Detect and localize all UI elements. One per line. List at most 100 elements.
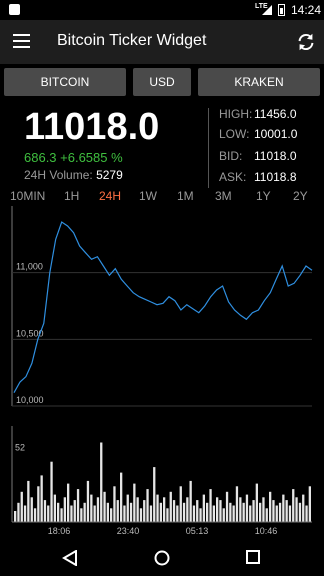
volume-bar	[235, 486, 239, 522]
refresh-icon[interactable]	[295, 31, 317, 53]
volume-bar	[17, 502, 20, 522]
volume-bar	[106, 502, 109, 522]
volume-bar	[47, 505, 50, 522]
exchange-selector[interactable]: KRAKEN	[198, 68, 320, 96]
volume-bar	[50, 461, 53, 522]
status-bar: LTE 14:24	[0, 0, 324, 20]
volume-bar	[199, 508, 202, 522]
volume-bar	[27, 480, 30, 522]
volume-bar	[275, 505, 278, 522]
range-tab-24h[interactable]: 24H	[99, 189, 121, 203]
low-label: LOW:	[219, 127, 250, 141]
volume-bar	[153, 467, 156, 522]
volume-bar	[265, 508, 268, 522]
volume-bar	[229, 502, 232, 522]
volume-bar	[86, 480, 90, 522]
price-chart: 11,00010,50010,000	[11, 206, 313, 407]
volume-x-tick-label: 18:06	[48, 526, 71, 536]
volume-bar	[209, 489, 212, 522]
volume-bar	[93, 505, 96, 522]
volume-bar	[76, 489, 80, 522]
app-bar: Bitcoin Ticker Widget	[0, 20, 324, 64]
volume-bar	[302, 494, 305, 522]
home-icon[interactable]	[154, 550, 170, 566]
charts-area: 11,00010,50010,000 52 18:06 23:40 05:13 10:4…	[11, 206, 313, 536]
volume-bar	[196, 500, 199, 522]
volume-bar	[278, 502, 282, 522]
volume-bar	[129, 502, 133, 522]
bid-label: BID:	[219, 149, 243, 163]
ask-label: ASK:	[219, 170, 247, 184]
status-time: 14:24	[291, 3, 322, 17]
volume-bar	[133, 483, 136, 522]
range-tab-1h[interactable]: 1H	[64, 189, 79, 203]
volume-bar	[225, 491, 229, 522]
volume-bar	[189, 480, 192, 522]
volume-chart: 52 18:06 23:40 05:13 10:46	[11, 426, 312, 536]
volume-bar	[239, 497, 242, 522]
volume-row: 24H Volume: 5279	[24, 168, 123, 182]
high-label: HIGH:	[219, 107, 253, 121]
volume-bar	[232, 505, 235, 522]
volume-bar	[30, 497, 33, 522]
volume-bar	[245, 494, 249, 522]
notification-icon	[9, 4, 20, 15]
volume-bar	[139, 508, 143, 522]
volume-bar	[116, 500, 119, 522]
volume-bar	[20, 491, 23, 522]
volume-bar	[43, 500, 47, 522]
volume-bar	[176, 505, 179, 522]
volume-bar	[182, 502, 186, 522]
range-tab-10min[interactable]: 10MIN	[10, 189, 45, 203]
price-change: 686.3 +6.6585 %	[24, 150, 123, 165]
low-value: 10001.0	[254, 127, 298, 141]
signal-icon	[262, 5, 272, 15]
range-tab-3m[interactable]: 3M	[215, 189, 232, 203]
volume-x-tick-label: 23:40	[117, 526, 140, 536]
volume-bar	[83, 502, 86, 522]
volume-bar	[70, 505, 73, 522]
volume-bar	[255, 483, 258, 522]
volume-bar	[120, 472, 123, 522]
volume-bar	[40, 475, 43, 522]
volume-bar	[123, 505, 126, 522]
volume-bar	[269, 491, 272, 522]
volume-bar	[146, 489, 149, 522]
volume-bar	[14, 511, 17, 522]
volume-bar	[73, 500, 76, 522]
range-tab-2y[interactable]: 2Y	[293, 189, 308, 203]
volume-label: 24H Volume:	[24, 168, 93, 182]
volume-bar	[259, 502, 262, 522]
volume-bar	[57, 502, 60, 522]
range-tab-1w[interactable]: 1W	[139, 189, 157, 203]
range-tab-1m[interactable]: 1M	[177, 189, 194, 203]
price-tick-label: 11,000	[16, 262, 43, 272]
price-tick-label: 10,000	[16, 395, 44, 405]
volume-tick-label: 52	[15, 443, 25, 453]
volume-bar	[159, 502, 162, 522]
range-tab-1y[interactable]: 1Y	[256, 189, 271, 203]
volume-bar	[308, 486, 311, 522]
divider	[208, 108, 209, 188]
volume-bar	[110, 508, 113, 522]
volume-bar	[272, 500, 275, 522]
volume-bar	[242, 502, 245, 522]
volume-bar	[212, 505, 215, 522]
volume-bar	[298, 502, 302, 522]
currency-selector[interactable]: USD	[133, 68, 191, 96]
back-icon[interactable]	[62, 550, 78, 566]
volume-bar	[202, 494, 205, 522]
coin-selector[interactable]: BITCOIN	[4, 68, 126, 96]
volume-x-tick-label: 10:46	[255, 526, 278, 536]
volume-x-tick-label: 05:13	[186, 526, 209, 536]
current-price: 11018.0	[24, 106, 160, 148]
volume-bar	[169, 491, 172, 522]
recents-icon[interactable]	[246, 550, 261, 565]
high-value: 11456.0	[254, 107, 297, 121]
volume-bar	[285, 500, 288, 522]
volume-bar	[292, 489, 295, 522]
volume-bar	[37, 486, 40, 522]
volume-bar	[100, 442, 103, 522]
volume-bar	[252, 500, 255, 522]
menu-icon[interactable]	[13, 34, 30, 48]
